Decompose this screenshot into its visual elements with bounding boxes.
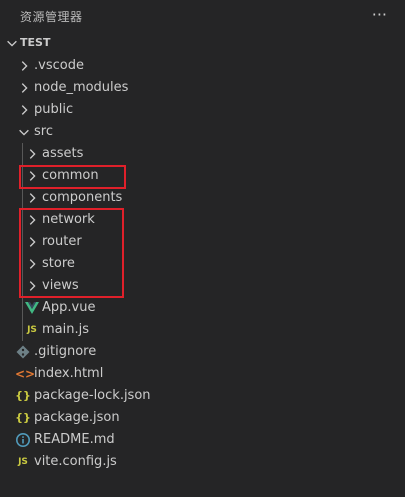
tree-item-vite-config-js[interactable]: JS vite.config.js xyxy=(0,451,405,473)
tree-item-label: assets xyxy=(42,146,84,161)
tree-item-label: node_modules xyxy=(34,80,129,95)
javascript-icon: JS xyxy=(18,457,28,467)
more-actions-icon[interactable]: ··· xyxy=(372,5,387,24)
tree-item-package-json[interactable]: {} package.json xyxy=(0,407,405,429)
tree-item-label: index.html xyxy=(34,366,104,381)
info-icon xyxy=(16,433,30,447)
tree-item-node-modules[interactable]: node_modules xyxy=(0,77,405,99)
chevron-right-icon xyxy=(29,149,36,159)
tree-item-main-js[interactable]: JS main.js xyxy=(0,319,405,341)
tree-item-src[interactable]: src xyxy=(0,121,405,143)
html-icon: <> xyxy=(15,367,36,381)
workspace-name: TEST xyxy=(20,36,51,49)
tree-item-public[interactable]: public xyxy=(0,99,405,121)
tree-item-label: .gitignore xyxy=(34,344,97,359)
tree-item-gitignore[interactable]: .gitignore xyxy=(0,341,405,363)
tree-item-label: main.js xyxy=(42,322,89,337)
tree-item-label: package-lock.json xyxy=(34,388,151,403)
explorer-title: 资源管理器 xyxy=(20,10,83,24)
chevron-down-icon xyxy=(7,40,17,47)
tree-item-label: vite.config.js xyxy=(34,454,117,469)
tree-item-components[interactable]: components xyxy=(0,187,405,209)
chevron-right-icon xyxy=(21,105,28,115)
git-icon xyxy=(16,345,30,359)
tree-item-index-html[interactable]: <> index.html xyxy=(0,363,405,385)
json-icon: {} xyxy=(15,411,31,424)
tree-item-app-vue[interactable]: App.vue xyxy=(0,297,405,319)
workspace-section-header[interactable]: TEST xyxy=(0,33,405,55)
tree-item-label: public xyxy=(34,102,74,117)
chevron-right-icon xyxy=(21,83,28,93)
javascript-icon: JS xyxy=(27,325,37,335)
tree-item-label: App.vue xyxy=(42,300,96,315)
tree-item-assets[interactable]: assets xyxy=(0,143,405,165)
tree-item-package-lock-json[interactable]: {} package-lock.json xyxy=(0,385,405,407)
highlight-box-folders xyxy=(19,208,124,298)
chevron-right-icon xyxy=(21,61,28,71)
json-icon: {} xyxy=(15,389,31,402)
highlight-box-common xyxy=(19,165,126,189)
chevron-down-icon xyxy=(19,129,29,136)
tree-item-label: src xyxy=(34,124,53,139)
tree-item-label: .vscode xyxy=(34,58,84,73)
tree-item-vscode[interactable]: .vscode xyxy=(0,55,405,77)
tree-item-readme-md[interactable]: README.md xyxy=(0,429,405,451)
chevron-right-icon xyxy=(29,193,36,203)
explorer-header: 资源管理器 ··· xyxy=(0,0,405,33)
tree-item-label: components xyxy=(42,190,123,205)
tree-item-label: README.md xyxy=(34,432,115,447)
tree-item-label: package.json xyxy=(34,410,120,425)
vue-icon xyxy=(25,302,39,314)
